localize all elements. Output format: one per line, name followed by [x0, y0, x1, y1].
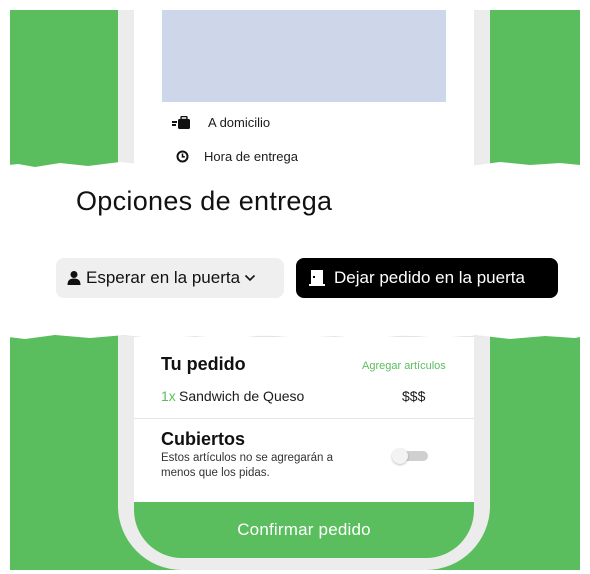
item-price: $$$ [402, 388, 426, 404]
chevron-down-icon [244, 274, 256, 282]
leave-at-door-label: Dejar pedido en la puerta [334, 268, 525, 287]
cutlery-title: Cubiertos [161, 429, 246, 449]
torn-edge-top [0, 162, 590, 170]
wait-at-door-label: Esperar en la puerta [86, 268, 241, 287]
add-items-link[interactable]: Agregar artículos [362, 360, 446, 372]
delivery-bag-icon [172, 116, 190, 129]
wait-at-door-option[interactable]: Esperar en la puerta [56, 258, 284, 298]
person-icon [67, 271, 81, 285]
toggle-knob [392, 448, 408, 464]
order-section-title: Tu pedido [161, 354, 246, 374]
torn-edge-bottom [0, 332, 590, 339]
item-quantity: 1x [161, 388, 176, 404]
promo-image: A domicilio Hora de entrega Tu pedido Ag… [0, 0, 590, 574]
leave-at-door-option[interactable]: Dejar pedido en la puerta [296, 258, 558, 298]
door-icon [309, 270, 325, 286]
divider [134, 418, 474, 419]
cutlery-toggle[interactable] [392, 448, 432, 464]
delivery-mode-label: A domicilio [208, 115, 271, 130]
delivery-options-panel: Opciones de entrega Esperar en la puerta… [0, 162, 590, 339]
options-title: Opciones de entrega [76, 186, 333, 216]
map-view[interactable] [162, 10, 446, 102]
cutlery-description: Estos artículos no se agregarán a menos … [161, 452, 333, 479]
item-name: Sandwich de Queso [179, 388, 305, 404]
confirm-order-button[interactable]: Confirmar pedido [134, 502, 474, 558]
